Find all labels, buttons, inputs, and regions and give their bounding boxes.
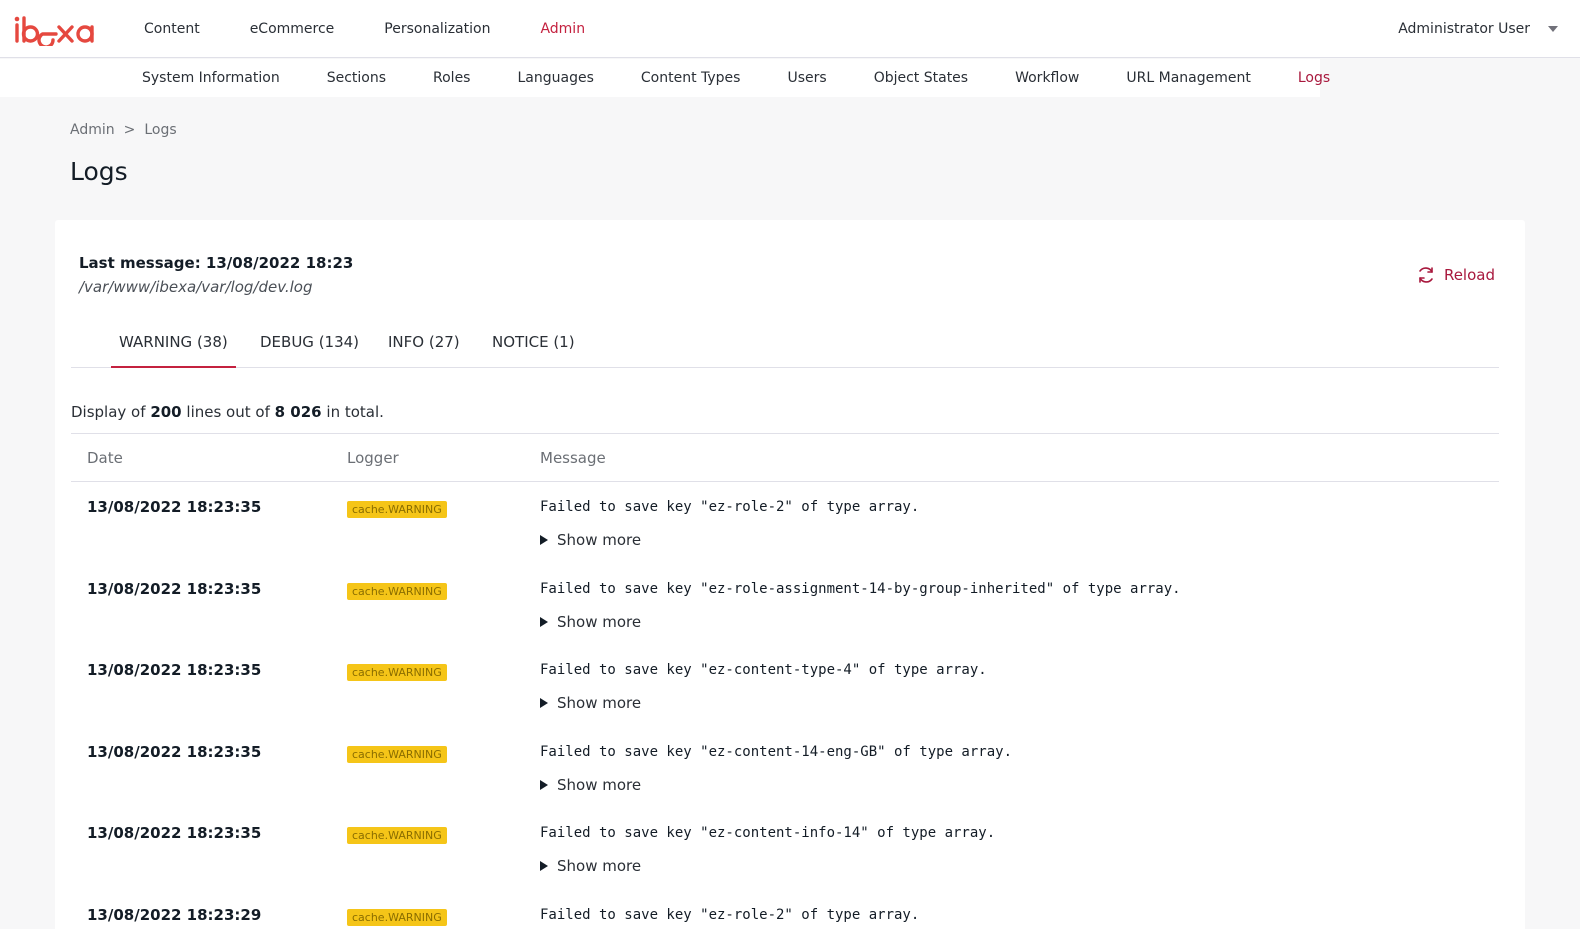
show-more-toggle[interactable]: Show more xyxy=(540,531,641,549)
subnav-item-url-management[interactable]: URL Management xyxy=(1126,70,1250,86)
row-date: 13/08/2022 18:23:35 xyxy=(87,742,262,761)
tab-debug[interactable]: DEBUG (134) xyxy=(252,320,367,368)
log-level-tabs: WARNING (38) DEBUG (134) INFO (27) NOTIC… xyxy=(71,320,1499,368)
row-message: Failed to save key "ez-role-2" of type a… xyxy=(540,906,920,923)
logger-badge: cache.WARNING xyxy=(347,582,447,600)
logger-badge: cache.WARNING xyxy=(347,908,447,926)
summary-prefix: Display of xyxy=(71,403,146,421)
main-nav-item-ecommerce[interactable]: eCommerce xyxy=(250,0,335,58)
subnav-item-languages[interactable]: Languages xyxy=(517,70,593,86)
main-nav-item-personalization[interactable]: Personalization xyxy=(384,0,490,58)
table-row: 13/08/2022 18:23:35 cache.WARNING Failed… xyxy=(71,482,1499,564)
main-nav: Content eCommerce Personalization Admin xyxy=(144,0,635,58)
row-date: 13/08/2022 18:23:29 xyxy=(87,905,262,924)
breadcrumb-separator: > xyxy=(123,122,136,138)
subnav-item-users[interactable]: Users xyxy=(787,70,826,86)
logger-badge: cache.WARNING xyxy=(347,664,447,681)
subnav-item-system-information[interactable]: System Information xyxy=(142,70,280,86)
row-date: 13/08/2022 18:23:35 xyxy=(87,824,262,842)
row-message: Failed to save key "ez-role-assignment-1… xyxy=(540,580,1181,597)
log-file-path: /var/www/ibexa/var/log/dev.log xyxy=(79,278,313,296)
tab-notice[interactable]: NOTICE (1) xyxy=(484,320,583,368)
logger-badge: cache.WARNING xyxy=(347,501,447,518)
main-nav-item-content[interactable]: Content xyxy=(144,0,200,58)
row-date: 13/08/2022 18:23:35 xyxy=(87,498,262,516)
main-nav-item-admin[interactable]: Admin xyxy=(540,0,585,58)
show-more-toggle[interactable]: Show more xyxy=(540,613,641,631)
row-message: Failed to save key "ez-content-14-eng-GB… xyxy=(540,743,1013,760)
breadcrumb-logs: Logs xyxy=(144,122,177,138)
table-header: Date Logger Message xyxy=(71,433,1499,482)
subnav-item-roles[interactable]: Roles xyxy=(433,70,470,86)
logs-card: Last message: 13/08/2022 18:23 /var/www/… xyxy=(55,220,1525,929)
header-logger: Logger xyxy=(347,449,399,467)
subnav-item-content-types[interactable]: Content Types xyxy=(641,70,741,86)
logger-badge: cache.WARNING xyxy=(347,745,447,763)
triangle-right-icon xyxy=(540,779,548,790)
table-row: 13/08/2022 18:23:35 cache.WARNING Failed… xyxy=(71,564,1499,646)
triangle-right-icon xyxy=(540,616,548,627)
triangle-right-icon xyxy=(540,861,548,871)
subnav-item-object-states[interactable]: Object States xyxy=(874,70,968,86)
header-message: Message xyxy=(540,449,606,467)
show-more-label: Show more xyxy=(557,775,642,794)
show-more-toggle[interactable]: Show more xyxy=(540,857,641,875)
subnav-item-logs[interactable]: Logs xyxy=(1298,70,1330,86)
subnav-item-workflow[interactable]: Workflow xyxy=(1015,70,1079,86)
logger-badge: cache.WARNING xyxy=(347,827,447,844)
table-row: 13/08/2022 18:23:35 cache.WARNING Failed… xyxy=(71,645,1499,727)
reload-label: Reload xyxy=(1443,266,1495,284)
show-more-label: Show more xyxy=(557,857,642,875)
show-more-label: Show more xyxy=(557,694,642,712)
header-date: Date xyxy=(87,449,123,467)
row-message: Failed to save key "ez-role-2" of type a… xyxy=(540,499,920,515)
top-bar: Content eCommerce Personalization Admin … xyxy=(0,0,1580,58)
summary-middle: lines out of xyxy=(186,403,270,421)
tab-warning[interactable]: WARNING (38) xyxy=(111,320,236,368)
show-more-toggle[interactable]: Show more xyxy=(540,776,641,794)
row-message: Failed to save key "ez-content-type-4" o… xyxy=(540,662,987,678)
show-more-label: Show more xyxy=(557,612,642,631)
user-name: Administrator User xyxy=(1398,21,1530,37)
show-more-toggle[interactable]: Show more xyxy=(540,694,641,712)
last-message: Last message: 13/08/2022 18:23 xyxy=(79,254,354,272)
breadcrumb-admin[interactable]: Admin xyxy=(70,122,115,138)
summary-total-count: 8 026 xyxy=(274,403,322,421)
chevron-down-icon xyxy=(1548,26,1558,32)
page-title: Logs xyxy=(70,157,128,186)
row-message: Failed to save key "ez-content-info-14" … xyxy=(540,825,996,841)
triangle-right-icon xyxy=(540,535,548,545)
ibexa-logo[interactable] xyxy=(13,14,105,46)
reload-button[interactable]: Reload xyxy=(1416,265,1495,285)
breadcrumb: Admin > Logs xyxy=(70,122,177,138)
table-row: 13/08/2022 18:23:29 cache.WARNING Failed… xyxy=(71,890,1499,929)
table-row: 13/08/2022 18:23:35 cache.WARNING Failed… xyxy=(71,808,1499,890)
admin-sub-nav: System Information Sections Roles Langua… xyxy=(0,59,1330,97)
subnav-item-sections[interactable]: Sections xyxy=(327,70,386,86)
summary-suffix: in total. xyxy=(326,403,384,421)
lines-summary: Display of 200 lines out of 8 026 in tot… xyxy=(71,403,384,421)
table-row: 13/08/2022 18:23:35 cache.WARNING Failed… xyxy=(71,727,1499,809)
row-date: 13/08/2022 18:23:35 xyxy=(87,661,262,679)
reload-icon xyxy=(1419,267,1433,283)
log-table: Date Logger Message 13/08/2022 18:23:35 … xyxy=(71,433,1499,929)
row-date: 13/08/2022 18:23:35 xyxy=(87,579,262,598)
user-menu[interactable]: Administrator User xyxy=(1398,0,1558,58)
summary-shown-count: 200 xyxy=(150,403,182,421)
tab-info[interactable]: INFO (27) xyxy=(380,320,468,368)
show-more-label: Show more xyxy=(557,531,642,549)
triangle-right-icon xyxy=(540,698,548,708)
